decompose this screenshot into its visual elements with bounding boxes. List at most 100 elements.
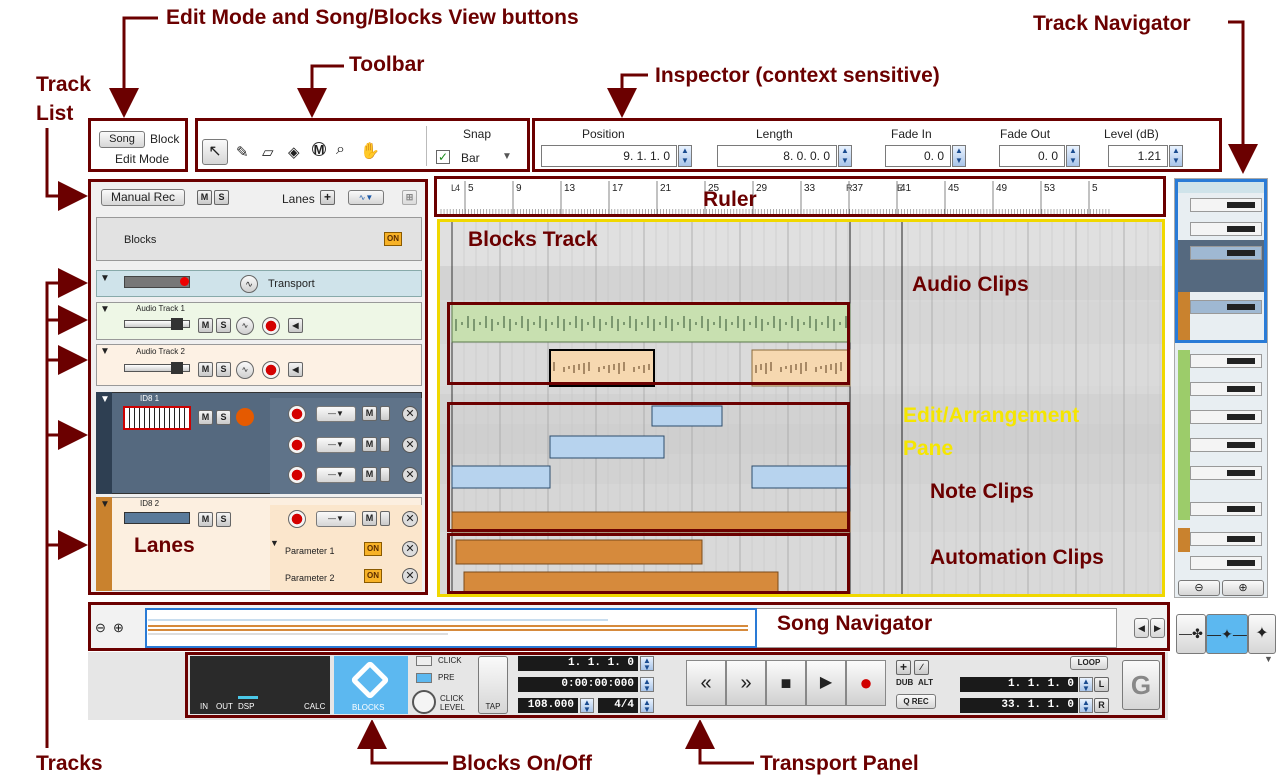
audio-track-2-mute-button[interactable]: M	[198, 362, 213, 377]
position-spinner[interactable]: ▲ ▼	[678, 145, 692, 167]
audio-track-1-volume-fader[interactable]	[124, 318, 190, 330]
id8-1-lane-2-record[interactable]	[288, 436, 306, 454]
track-navigator-zoom-in-icon[interactable]: ⊕	[1222, 580, 1264, 596]
inspector-position-input[interactable]: 9. 1. 1. 0	[541, 145, 677, 167]
block-view-button[interactable]: Block	[150, 132, 179, 146]
track-navigator-zoom-out-icon[interactable]: ⊖	[1178, 580, 1220, 596]
id8-1-record-icon[interactable]	[236, 408, 254, 426]
dub-label[interactable]: DUB	[896, 678, 913, 687]
click-toggle[interactable]	[416, 656, 432, 666]
id8-1-lane-1-mute[interactable]: M	[362, 406, 377, 421]
inspector-fadein-input[interactable]: 0. 0	[885, 145, 951, 167]
stop-button[interactable]: ■	[766, 660, 806, 706]
split-tool-icon[interactable]: ◈	[288, 143, 300, 161]
waveform-small-icon[interactable]: —✤	[1176, 614, 1206, 654]
fadein-spinner[interactable]: ▲ ▼	[952, 145, 966, 167]
pre-toggle[interactable]	[416, 673, 432, 683]
track-navigator-item[interactable]	[1190, 466, 1262, 480]
signature-display[interactable]: 4/4	[598, 698, 638, 713]
track-navigator-item[interactable]	[1190, 382, 1262, 396]
inspector-fadeout-input[interactable]: 0. 0	[999, 145, 1065, 167]
position-display[interactable]: 1. 1. 1. 0	[518, 656, 638, 671]
id8-1-mute-button[interactable]: M	[198, 410, 213, 425]
header-mute-button[interactable]: M	[197, 190, 212, 205]
loop-right-display[interactable]: 33. 1. 1. 0	[960, 698, 1078, 713]
track-navigator-item[interactable]	[1190, 246, 1262, 260]
track-navigator-item[interactable]	[1190, 198, 1262, 212]
waveform-medium-icon[interactable]: —✦—	[1206, 614, 1248, 654]
lanes-add-button[interactable]: +	[320, 190, 335, 205]
id8-1-lane-2-solo[interactable]	[380, 437, 390, 452]
parameter-2-on-button[interactable]: ON	[364, 569, 382, 583]
snap-checkbox[interactable]: ✓	[436, 150, 450, 164]
id8-1-lane-3-solo[interactable]	[380, 467, 390, 482]
waveform-large-icon[interactable]: ✦	[1248, 614, 1276, 654]
inspector-length-input[interactable]: 8. 0. 0. 0	[717, 145, 837, 167]
audio-track-1-solo-button[interactable]: S	[216, 318, 231, 333]
lanes-view-dropdown[interactable]: ∿▼	[348, 190, 384, 205]
id8-1-collapse-icon[interactable]: ▼	[100, 394, 110, 405]
parameter-2-remove-icon[interactable]: ✕	[402, 568, 418, 584]
time-display-spinner[interactable]: ▲ ▼	[640, 677, 654, 693]
id8-1-lane-1-dropdown[interactable]: —▼	[316, 406, 356, 422]
parameter-1-remove-icon[interactable]: ✕	[402, 541, 418, 557]
song-view-button[interactable]: Song	[99, 131, 145, 148]
zoom-tool-icon[interactable]: ⌕	[336, 141, 345, 159]
id8-2-lane-1-dropdown[interactable]: —▼	[316, 511, 356, 527]
id8-2-instrument-icon[interactable]	[124, 512, 190, 524]
lanes-grid-icon[interactable]: ⊞	[402, 190, 417, 205]
audio-track-2-speaker-icon[interactable]: ◀	[288, 362, 303, 377]
metronome-settings-icon[interactable]: G	[1122, 660, 1160, 710]
eraser-tool-icon[interactable]: ▱	[262, 143, 274, 161]
loop-right-spinner[interactable]: ▲ ▼	[1079, 698, 1093, 714]
ruler-right-marker[interactable]: R	[846, 183, 853, 193]
parameter-1-on-button[interactable]: ON	[364, 542, 382, 556]
id8-2-lane-1-record[interactable]	[288, 510, 306, 528]
audio-track-1-speaker-icon[interactable]: ◀	[288, 318, 303, 333]
alt-label[interactable]: ALT	[918, 678, 933, 687]
id8-1-solo-button[interactable]: S	[216, 410, 231, 425]
track-navigator-item[interactable]	[1190, 556, 1262, 570]
track-navigator-item[interactable]	[1190, 300, 1262, 314]
id8-1-lane-1-solo[interactable]	[380, 406, 390, 421]
song-nav-zoom-out-icon[interactable]: ⊖	[95, 620, 106, 636]
header-solo-button[interactable]: S	[214, 190, 229, 205]
loop-right-button[interactable]: R	[1094, 698, 1109, 713]
id8-1-lane-3-remove-icon[interactable]: ✕	[402, 467, 418, 483]
manual-rec-button[interactable]: Manual Rec	[101, 189, 185, 206]
fadeout-spinner[interactable]: ▲ ▼	[1066, 145, 1080, 167]
id8-1-lane-2-remove-icon[interactable]: ✕	[402, 437, 418, 453]
track-navigator-item[interactable]	[1190, 502, 1262, 516]
audio-track-1-monitor-icon[interactable]: ∿	[236, 317, 254, 335]
view-options-dropdown-icon[interactable]: ▼	[1264, 654, 1273, 664]
pencil-tool-icon[interactable]: ✎	[236, 143, 249, 161]
audio-track-2-volume-fader[interactable]	[124, 362, 190, 374]
audio-track-2-collapse-icon[interactable]: ▼	[100, 346, 110, 357]
id8-2-lane-1-remove-icon[interactable]: ✕	[402, 511, 418, 527]
fast-forward-button[interactable]: »	[726, 660, 766, 706]
song-nav-next-icon[interactable]: ▶	[1150, 618, 1165, 638]
track-navigator-item[interactable]	[1190, 438, 1262, 452]
hand-tool-icon[interactable]: ✋	[360, 141, 380, 161]
id8-1-lane-1-record[interactable]	[288, 405, 306, 423]
song-nav-prev-icon[interactable]: ◀	[1134, 618, 1149, 638]
id8-2-collapse-icon[interactable]: ▼	[100, 499, 110, 510]
track-navigator-item[interactable]	[1190, 410, 1262, 424]
length-spinner[interactable]: ▲ ▼	[838, 145, 852, 167]
track-navigator-item[interactable]	[1190, 532, 1262, 546]
snap-dropdown-icon[interactable]: ▼	[502, 151, 512, 162]
param-collapse-icon[interactable]: ▼	[270, 538, 279, 548]
id8-1-lane-3-mute[interactable]: M	[362, 467, 377, 482]
id8-1-keyboard-icon[interactable]	[123, 406, 191, 430]
tempo-display[interactable]: 108.000	[518, 698, 578, 713]
id8-1-lane-1-remove-icon[interactable]: ✕	[402, 406, 418, 422]
id8-2-lane-1-solo[interactable]	[380, 511, 390, 526]
track-navigator-item[interactable]	[1190, 354, 1262, 368]
arrow-tool-icon[interactable]: ↖	[202, 139, 228, 165]
loop-left-spinner[interactable]: ▲ ▼	[1079, 677, 1093, 693]
quantize-record-button[interactable]: Q REC	[896, 694, 936, 709]
loop-left-button[interactable]: L	[1094, 677, 1109, 692]
add-take-button[interactable]: +	[896, 660, 911, 675]
audio-track-2-solo-button[interactable]: S	[216, 362, 231, 377]
song-nav-zoom-in-icon[interactable]: ⊕	[113, 620, 124, 636]
